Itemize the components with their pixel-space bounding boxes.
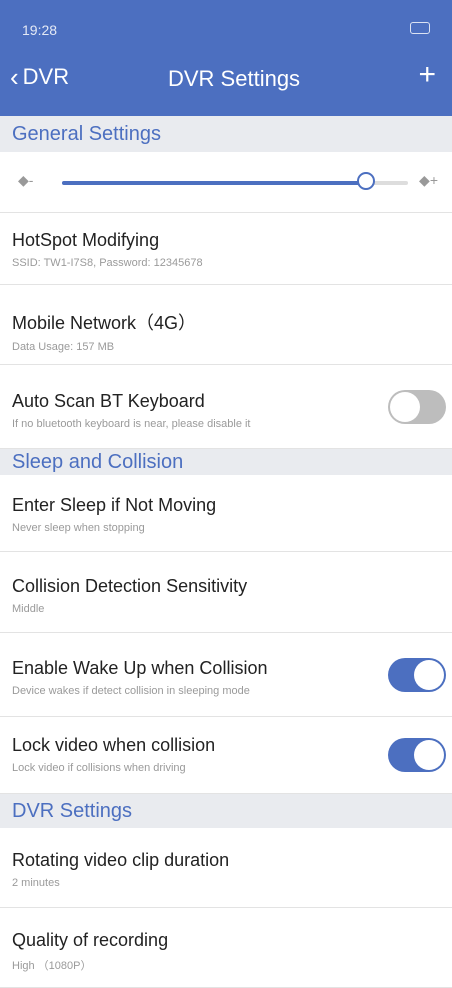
rotating-row[interactable]: Rotating video clip duration 2 minutes <box>0 828 452 908</box>
lock-video-subtitle: Lock video if collisions when driving <box>12 762 186 774</box>
lock-video-row[interactable]: Lock video when collision Lock video if … <box>0 717 452 794</box>
sleep-subtitle: Never sleep when stopping <box>12 522 145 534</box>
lock-video-toggle[interactable] <box>388 738 446 772</box>
auto-scan-row[interactable]: Auto Scan BT Keyboard If no bluetooth ke… <box>0 365 452 449</box>
mobile-network-row[interactable]: Mobile Network（4G） Data Usage: 157 MB <box>0 285 452 365</box>
section-sleep: Sleep and Collision <box>0 449 452 475</box>
quality-subtitle: High （1080P） <box>12 960 92 972</box>
section-dvr: DVR Settings <box>0 794 452 828</box>
volume-low-icon: ◆- <box>18 172 34 188</box>
wake-up-row[interactable]: Enable Wake Up when Collision Device wak… <box>0 633 452 717</box>
quality-title: Quality of recording <box>12 930 169 950</box>
auto-scan-toggle[interactable] <box>388 389 446 424</box>
volume-thumb[interactable] <box>357 172 376 190</box>
toggle-knob <box>390 391 420 422</box>
app-header: 19:28 ‹ DVR DVR Settings + <box>0 0 452 116</box>
battery-icon <box>410 22 430 34</box>
volume-row: ◆- ◆+ <box>0 152 452 213</box>
sensitivity-title: Collision Detection Sensitivity <box>12 576 248 596</box>
section-general: General Settings <box>0 116 452 152</box>
hotspot-subtitle: SSID: TW1-I7S8, Password: 12345678 <box>12 257 203 269</box>
wake-up-subtitle: Device wakes if detect collision in slee… <box>12 685 250 697</box>
nav-bar: ‹ DVR DVR Settings + <box>0 60 452 100</box>
auto-scan-title: Auto Scan BT Keyboard <box>12 391 205 411</box>
auto-scan-subtitle: If no bluetooth keyboard is near, please… <box>12 418 251 430</box>
page-title: DVR Settings <box>168 66 301 91</box>
toggle-knob <box>414 659 444 690</box>
sleep-row[interactable]: Enter Sleep if Not Moving Never sleep wh… <box>0 475 452 552</box>
rotating-title: Rotating video clip duration <box>12 850 230 870</box>
wake-up-title: Enable Wake Up when Collision <box>12 658 268 678</box>
back-label: DVR <box>22 64 70 89</box>
wake-up-toggle[interactable] <box>388 657 446 692</box>
volume-high-icon: ◆+ <box>419 172 438 188</box>
sleep-title: Enter Sleep if Not Moving <box>12 495 217 515</box>
hotspot-title: HotSpot Modifying <box>12 230 160 250</box>
add-button[interactable]: + <box>418 60 436 90</box>
status-time: 19:28 <box>22 22 58 38</box>
mobile-network-title: Mobile Network（4G） <box>12 313 197 333</box>
hotspot-row[interactable]: HotSpot Modifying SSID: TW1-I7S8, Passwo… <box>0 213 452 285</box>
sensitivity-row[interactable]: Collision Detection Sensitivity Middle <box>0 552 452 633</box>
chevron-left-icon: ‹ <box>10 62 19 92</box>
toggle-knob <box>414 740 444 770</box>
lock-video-title: Lock video when collision <box>12 735 216 755</box>
volume-fill <box>62 181 367 185</box>
rotating-subtitle: 2 minutes <box>12 877 60 889</box>
settings-list: General Settings ◆- ◆+ HotSpot Modifying… <box>0 116 452 988</box>
quality-row[interactable]: Quality of recording High （1080P） <box>0 908 452 988</box>
back-button[interactable]: ‹ DVR <box>10 64 69 90</box>
sensitivity-subtitle: Middle <box>12 603 45 615</box>
mobile-network-subtitle: Data Usage: 157 MB <box>12 341 115 353</box>
volume-slider[interactable] <box>62 172 408 190</box>
